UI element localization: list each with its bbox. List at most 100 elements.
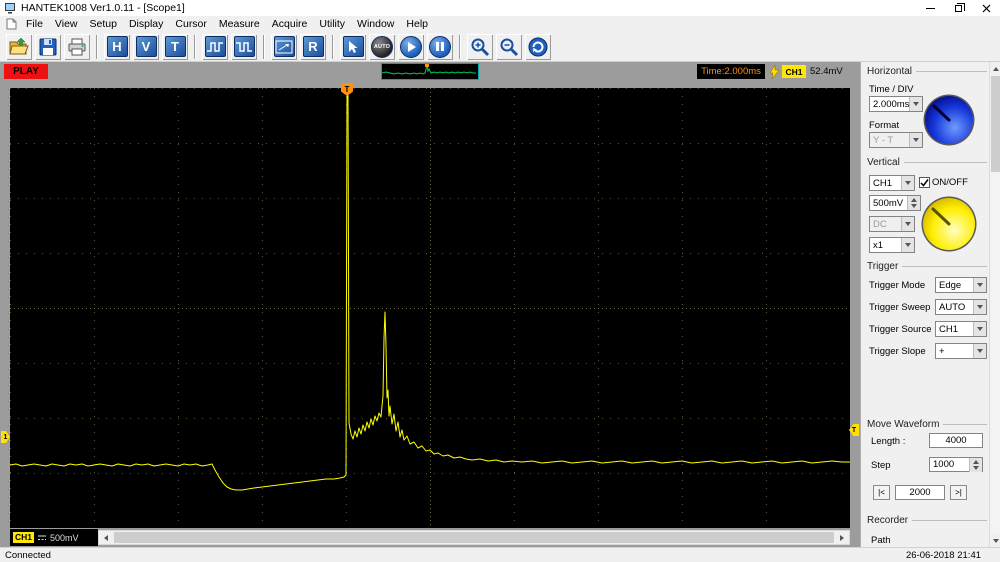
panel-scrollbar[interactable]	[989, 62, 1000, 547]
zoom-out-button[interactable]	[496, 34, 522, 60]
channel-info-label: CH1 500mV	[10, 529, 98, 546]
pan-view-button[interactable]	[271, 34, 297, 60]
printer-icon	[67, 38, 87, 56]
go-last-button[interactable]: >|	[950, 485, 967, 500]
checkbox-icon	[919, 177, 930, 188]
time-div-select[interactable]: 2.000ms	[869, 96, 923, 112]
position-value-field[interactable]: 2000	[895, 485, 945, 500]
go-first-button[interactable]: |<	[873, 485, 890, 500]
channel-position-marker[interactable]: 1	[1, 431, 10, 443]
autoset-button[interactable]: AUTO	[369, 34, 395, 60]
trigger-bolt-icon	[770, 65, 779, 82]
trigger-mode-select[interactable]: Edge	[935, 277, 987, 293]
print-button[interactable]	[64, 34, 90, 60]
close-button[interactable]	[972, 0, 1000, 16]
open-file-button[interactable]	[6, 34, 32, 60]
app-icon	[4, 2, 16, 14]
record-letter-icon: R	[303, 36, 324, 57]
play-button[interactable]	[398, 34, 424, 60]
autoset-icon: AUTO	[371, 36, 393, 58]
toolbar-separator	[263, 35, 265, 59]
trigger-level-marker[interactable]: T	[849, 424, 859, 436]
horizontal-scrollbar[interactable]	[98, 530, 850, 545]
menu-item-acquire[interactable]: Acquire	[266, 16, 314, 32]
menu-item-window[interactable]: Window	[351, 16, 400, 32]
menu-item-help[interactable]: Help	[400, 16, 434, 32]
probe-select[interactable]: x1	[869, 237, 915, 253]
dc-coupling-icon	[37, 533, 47, 542]
cursor-arrow-icon	[343, 36, 364, 57]
restore-icon	[955, 5, 962, 12]
volts-div-spinner[interactable]: 500mV	[869, 195, 921, 211]
spinner-arrows-icon[interactable]	[907, 196, 920, 210]
trigger-source-select[interactable]: CH1	[935, 321, 987, 337]
menu-item-utility[interactable]: Utility	[313, 16, 351, 32]
format-label: Format	[869, 120, 899, 131]
save-button[interactable]	[35, 34, 61, 60]
menu-item-file[interactable]: File	[20, 16, 49, 32]
scroll-up-button[interactable]	[990, 62, 1000, 75]
dropdown-arrow-icon	[909, 97, 922, 111]
scope-display[interactable]	[10, 88, 850, 528]
menu-item-cursor[interactable]: Cursor	[169, 16, 213, 32]
dropdown-arrow-icon	[909, 133, 922, 147]
zoom-out-icon	[499, 37, 519, 57]
trigger-sweep-select[interactable]: AUTO	[935, 299, 987, 315]
control-panel: Horizontal Time / DIV 2.000ms Format Y -…	[860, 62, 1000, 547]
horizontal-setup-button[interactable]: H	[104, 34, 130, 60]
square-wave-button[interactable]	[202, 34, 228, 60]
horizontal-knob-icon	[923, 94, 975, 146]
spinner-arrows-icon[interactable]	[969, 458, 982, 472]
pause-button[interactable]	[427, 34, 453, 60]
onoff-label: ON/OFF	[932, 177, 968, 188]
channel-badge: CH1	[13, 532, 34, 543]
coupling-select[interactable]: DC	[869, 216, 915, 232]
minimize-button[interactable]	[916, 0, 944, 16]
format-select[interactable]: Y - T	[869, 132, 923, 148]
channel-select[interactable]: CH1	[869, 175, 915, 191]
scroll-left-button[interactable]	[99, 531, 113, 544]
waveform-mode-icon	[234, 36, 255, 57]
menu-item-setup[interactable]: Setup	[84, 16, 123, 32]
channel-onoff-checkbox[interactable]: ON/OFF	[919, 177, 968, 188]
panel-scroll-thumb[interactable]	[991, 76, 1000, 172]
menu-item-display[interactable]: Display	[123, 16, 169, 32]
vertical-setup-button[interactable]: V	[133, 34, 159, 60]
trigger-level-value: 52.4mV	[810, 66, 843, 77]
dropdown-arrow-icon	[973, 300, 986, 314]
menu-item-measure[interactable]: Measure	[213, 16, 266, 32]
zoom-in-button[interactable]	[467, 34, 493, 60]
trigger-slope-select[interactable]: +	[935, 343, 987, 359]
horizontal-scroll-thumb[interactable]	[114, 532, 834, 543]
title-bar: HANTEK1008 Ver1.0.11 - [Scope1]	[0, 0, 1000, 16]
auto-scale-button[interactable]	[525, 34, 551, 60]
info-strip: PLAY Time:2.000ms CH1 52.4mV	[0, 62, 860, 82]
restore-button[interactable]	[944, 0, 972, 16]
waveform-preview[interactable]	[381, 63, 479, 80]
trigger-group-title: Trigger	[867, 261, 898, 272]
length-value-field[interactable]: 4000	[929, 433, 983, 448]
step-spinner[interactable]: 1000	[929, 457, 983, 472]
dropdown-arrow-icon	[901, 176, 914, 190]
path-label: Path	[871, 535, 891, 546]
toolbar-separator	[459, 35, 461, 59]
vertical-letter-icon: V	[136, 36, 157, 57]
open-folder-icon	[9, 38, 29, 56]
play-indicator: PLAY	[4, 64, 48, 79]
scroll-down-button[interactable]	[990, 534, 1000, 547]
datetime-status: 26-06-2018 21:41	[906, 550, 981, 561]
waveform-mode-button[interactable]	[231, 34, 257, 60]
record-button[interactable]: R	[300, 34, 326, 60]
trigger-sweep-label: Trigger Sweep	[869, 302, 930, 313]
auto-scale-icon	[528, 37, 548, 57]
scroll-right-button[interactable]	[835, 531, 849, 544]
trigger-setup-button[interactable]: T	[162, 34, 188, 60]
vertical-knob[interactable]	[921, 196, 977, 255]
menu-bar: File View Setup Display Cursor Measure A…	[0, 16, 1000, 32]
menu-item-view[interactable]: View	[49, 16, 84, 32]
dropdown-arrow-icon	[973, 344, 986, 358]
window-title: HANTEK1008 Ver1.0.11 - [Scope1]	[21, 2, 185, 14]
horizontal-knob[interactable]	[923, 94, 975, 149]
dropdown-arrow-icon	[901, 238, 914, 252]
cursor-tool-button[interactable]	[340, 34, 366, 60]
